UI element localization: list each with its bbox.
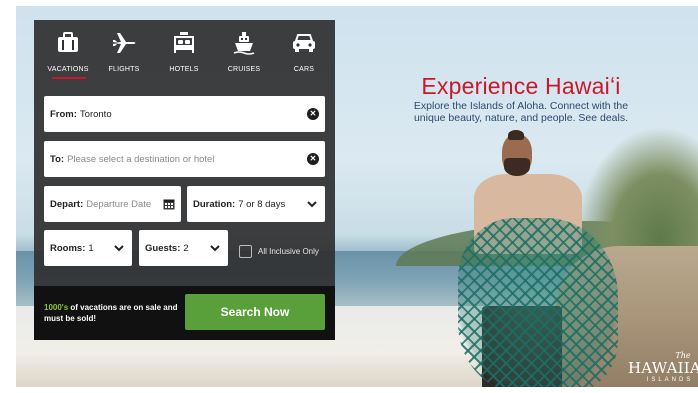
promo-text: 1000's of vacations are on sale and must…: [44, 302, 184, 324]
depart-label: Depart:: [50, 198, 84, 210]
person-beard: [504, 158, 530, 176]
logo-islands: ISLANDS: [646, 377, 694, 383]
logo-hawaiian: HAWAIIAN: [628, 359, 698, 377]
tab-vacations-label: VACATIONS: [47, 66, 89, 73]
depart-date-field[interactable]: Depart: Departure Date: [44, 186, 181, 222]
search-now-button[interactable]: Search Now: [185, 294, 325, 330]
car-icon: [274, 28, 334, 58]
all-inclusive-checkbox[interactable]: [239, 245, 252, 258]
duration-label: Duration:: [193, 198, 236, 210]
hawaiian-islands-logo: The HAWAIIAN ISLANDS: [628, 352, 698, 384]
from-value: Toronto: [79, 108, 112, 120]
rooms-label: Rooms:: [50, 242, 86, 254]
chevron-down-icon: [210, 243, 220, 253]
duration-select[interactable]: Duration: 7 or 8 days: [187, 186, 325, 222]
chevron-down-icon: [307, 199, 317, 209]
from-field[interactable]: From: Toronto ✕: [44, 96, 325, 132]
to-label: To:: [50, 153, 65, 165]
clear-from-icon[interactable]: ✕: [307, 108, 319, 120]
duration-value: 7 or 8 days: [238, 198, 286, 210]
rooms-select[interactable]: Rooms: 1: [44, 230, 132, 266]
all-inclusive-label: All Inclusive Only: [258, 247, 319, 256]
depart-placeholder: Departure Date: [86, 198, 152, 210]
tab-cruises-label: CRUISES: [227, 66, 261, 73]
tab-vacations[interactable]: VACATIONS: [38, 28, 98, 80]
chevron-down-icon: [114, 243, 124, 253]
tab-hotels[interactable]: HOTELS: [154, 28, 214, 80]
ad-subtitle-line-2: unique beauty, nature, and people. See d…: [413, 112, 629, 124]
ad-headline: Experience Hawaiʻi Explore the Islands o…: [396, 72, 646, 124]
clear-to-icon[interactable]: ✕: [307, 153, 319, 165]
ad-title: Experience Hawaiʻi: [421, 73, 621, 99]
guests-select[interactable]: Guests: 2: [139, 230, 228, 266]
guests-label: Guests:: [145, 242, 181, 254]
active-tab-indicator: [52, 77, 86, 79]
person-hair: [508, 130, 524, 140]
suitcase-icon: [38, 28, 98, 58]
promo-highlight: 1000's: [44, 303, 69, 312]
product-tabs: VACATIONS FLIGHTS HOTELS CRUISES CARS: [34, 20, 335, 82]
to-field[interactable]: To: Please select a destination or hotel…: [44, 141, 325, 177]
calendar-icon[interactable]: [163, 198, 175, 210]
tab-cars-label: CARS: [293, 66, 315, 73]
bed-icon: [154, 28, 214, 58]
tab-hotels-label: HOTELS: [169, 66, 199, 73]
ad-subtitle-line-1: Explore the Islands of Aloha. Connect wi…: [413, 100, 629, 112]
tab-flights-label: FLIGHTS: [108, 66, 140, 73]
ship-icon: [214, 28, 274, 58]
tab-cars[interactable]: CARS: [274, 28, 334, 80]
fishing-net: [458, 218, 618, 387]
tab-flights[interactable]: FLIGHTS: [94, 28, 154, 80]
to-placeholder: Please select a destination or hotel: [67, 153, 215, 165]
guests-value: 2: [183, 242, 189, 254]
airplane-icon: [94, 28, 154, 58]
booking-widget: VACATIONS FLIGHTS HOTELS CRUISES CARS Fr…: [34, 20, 335, 340]
rooms-value: 1: [88, 242, 94, 254]
from-label: From:: [50, 108, 77, 120]
tab-cruises[interactable]: CRUISES: [214, 28, 274, 80]
all-inclusive-option[interactable]: All Inclusive Only: [239, 245, 319, 258]
